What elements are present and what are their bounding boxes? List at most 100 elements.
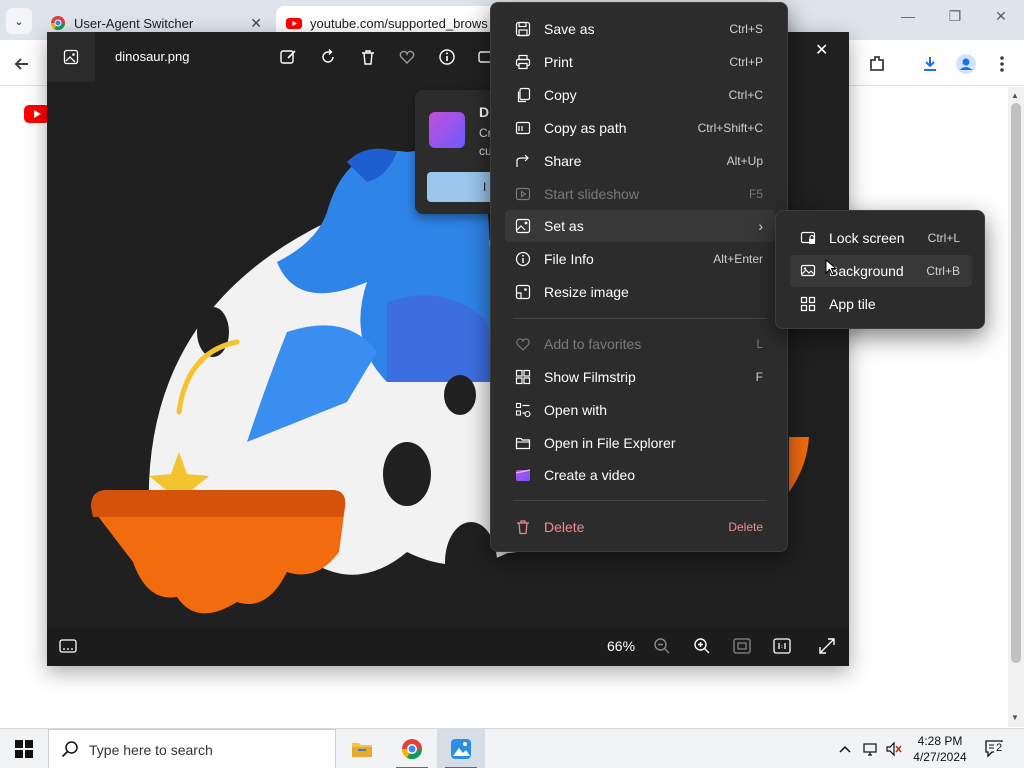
rotate-icon[interactable] — [317, 46, 339, 68]
heart-icon — [516, 338, 530, 351]
page-scrollbar[interactable]: ▲ ▼ — [1008, 87, 1024, 727]
menu-item-open-in-file-explorer[interactable]: Open in File Explorer — [505, 427, 775, 459]
menu-item-resize-image[interactable]: Resize image — [505, 276, 775, 308]
profile-avatar-icon[interactable] — [954, 52, 978, 76]
menu-label: Lock screen — [829, 230, 905, 246]
menu-label: App tile — [829, 296, 876, 312]
menu-item-file-info[interactable]: File Info Alt+Enter — [505, 243, 775, 275]
menu-label: Background — [829, 263, 904, 279]
menu-item-save-as[interactable]: Save as Ctrl+S — [505, 13, 775, 45]
chrome-icon — [401, 739, 423, 760]
share-icon — [516, 154, 529, 167]
menu-shortcut: Delete — [728, 520, 763, 534]
show-hidden-icons-chevron-icon[interactable] — [838, 729, 852, 768]
folder-icon — [515, 437, 531, 450]
menu-label: File Info — [544, 251, 594, 267]
clipchamp-icon — [515, 469, 531, 481]
context-menu: Save as Ctrl+S Print Ctrl+P Copy Ctrl+C … — [490, 2, 788, 552]
submenu-item-lock-screen[interactable]: Lock screen Ctrl+L — [790, 222, 972, 254]
taskbar-search-box[interactable]: Type here to search — [48, 729, 336, 768]
download-icon[interactable] — [918, 52, 942, 76]
mouse-cursor-icon — [825, 259, 837, 276]
file-info-icon[interactable] — [436, 46, 458, 68]
network-icon[interactable] — [862, 729, 880, 768]
fit-to-window-icon[interactable] — [731, 635, 753, 657]
print-icon — [515, 54, 531, 70]
menu-item-copy-as-path[interactable]: Copy as path Ctrl+Shift+C — [505, 112, 775, 144]
edit-image-icon[interactable] — [277, 46, 299, 68]
lock-screen-icon — [800, 231, 816, 244]
menu-label: Show Filmstrip — [544, 369, 636, 385]
menu-shortcut: Ctrl+Shift+C — [697, 121, 763, 135]
filmstrip-toggle-icon[interactable] — [57, 635, 79, 657]
menu-label: Delete — [544, 519, 585, 535]
favorite-heart-icon[interactable] — [396, 46, 418, 68]
submenu-item-background[interactable]: Background Ctrl+B — [790, 255, 972, 287]
windows-taskbar: Type here to search 4:28 PM 4/27/2024 2 — [0, 728, 1024, 768]
scrollbar-thumb[interactable] — [1011, 103, 1021, 663]
menu-label: Open with — [544, 402, 608, 418]
copy-path-icon — [515, 121, 531, 135]
open-with-icon — [515, 402, 531, 418]
start-button[interactable] — [0, 729, 48, 768]
tab-close-icon[interactable]: ✕ — [250, 15, 262, 32]
menu-shortcut: Ctrl+B — [926, 264, 960, 278]
taskbar-chrome[interactable] — [388, 729, 436, 768]
window-close-button[interactable]: ✕ — [981, 8, 1021, 25]
chevron-right-icon: › — [758, 218, 763, 234]
menu-label: Save as — [544, 21, 595, 37]
actual-size-icon[interactable] — [771, 635, 793, 657]
volume-muted-icon[interactable] — [885, 729, 903, 768]
zoom-out-icon[interactable] — [651, 635, 673, 657]
menu-item-copy[interactable]: Copy Ctrl+C — [505, 79, 775, 111]
menu-shortcut: F5 — [748, 187, 763, 201]
set-as-submenu: Lock screen Ctrl+L Background Ctrl+B App… — [775, 210, 985, 329]
clock-time: 4:28 PM — [917, 734, 963, 748]
menu-label: Start slideshow — [544, 186, 639, 202]
background-icon — [800, 264, 816, 277]
menu-label: Print — [544, 54, 573, 70]
trash-icon — [517, 520, 529, 535]
menu-item-start-slideshow: Start slideshow F5 — [505, 178, 775, 210]
menu-shortcut: F — [755, 370, 763, 384]
menu-label: Create a video — [544, 467, 636, 483]
menu-label: Resize image — [544, 284, 629, 300]
filmstrip-icon — [515, 369, 531, 385]
menu-item-set-as[interactable]: Set as › — [505, 210, 775, 242]
menu-item-share[interactable]: Share Alt+Up — [505, 145, 775, 177]
copy-icon — [517, 87, 531, 103]
image-thumbnail-icon[interactable] — [47, 32, 95, 82]
tab-search-button[interactable]: ⌄ — [6, 8, 32, 34]
taskbar-file-explorer[interactable] — [338, 729, 386, 768]
menu-item-show-filmstrip[interactable]: Show Filmstrip F — [505, 361, 775, 393]
scroll-up-icon[interactable]: ▲ — [1011, 91, 1019, 100]
tab-title: youtube.com/supported_brows — [310, 15, 488, 31]
photos-app-icon — [451, 739, 471, 759]
scroll-down-icon[interactable]: ▼ — [1011, 713, 1019, 722]
minimize-button[interactable]: — — [888, 8, 928, 24]
taskbar-photos[interactable] — [437, 729, 485, 768]
notification-center-icon[interactable]: 2 — [984, 729, 1006, 768]
menu-shortcut: Alt+Up — [726, 154, 763, 168]
clipchamp-icon — [429, 112, 465, 148]
submenu-item-app-tile[interactable]: App tile — [790, 288, 972, 320]
menu-item-create-a-video[interactable]: Create a video — [505, 459, 775, 491]
back-arrow-icon[interactable] — [10, 52, 34, 76]
zoom-in-icon[interactable] — [691, 635, 713, 657]
tab-title: User-Agent Switcher — [74, 15, 194, 31]
set-as-icon — [515, 218, 531, 234]
taskbar-clock[interactable]: 4:28 PM 4/27/2024 — [902, 733, 978, 765]
menu-item-add-to-favorites: Add to favorites L — [505, 328, 775, 360]
fullscreen-icon[interactable] — [816, 635, 838, 657]
menu-label: Copy — [544, 87, 577, 103]
delete-trash-icon[interactable] — [357, 46, 379, 68]
menu-shortcut: L — [756, 337, 763, 351]
menu-item-open-with[interactable]: Open with — [505, 394, 775, 426]
menu-item-print[interactable]: Print Ctrl+P — [505, 46, 775, 78]
kebab-menu-icon[interactable] — [990, 52, 1014, 76]
restore-button[interactable]: ❐ — [935, 8, 975, 25]
menu-item-delete[interactable]: Delete Delete — [505, 511, 775, 543]
photos-close-icon[interactable]: ✕ — [815, 40, 828, 60]
menu-label: Copy as path — [544, 120, 627, 136]
extensions-icon[interactable] — [865, 52, 889, 76]
